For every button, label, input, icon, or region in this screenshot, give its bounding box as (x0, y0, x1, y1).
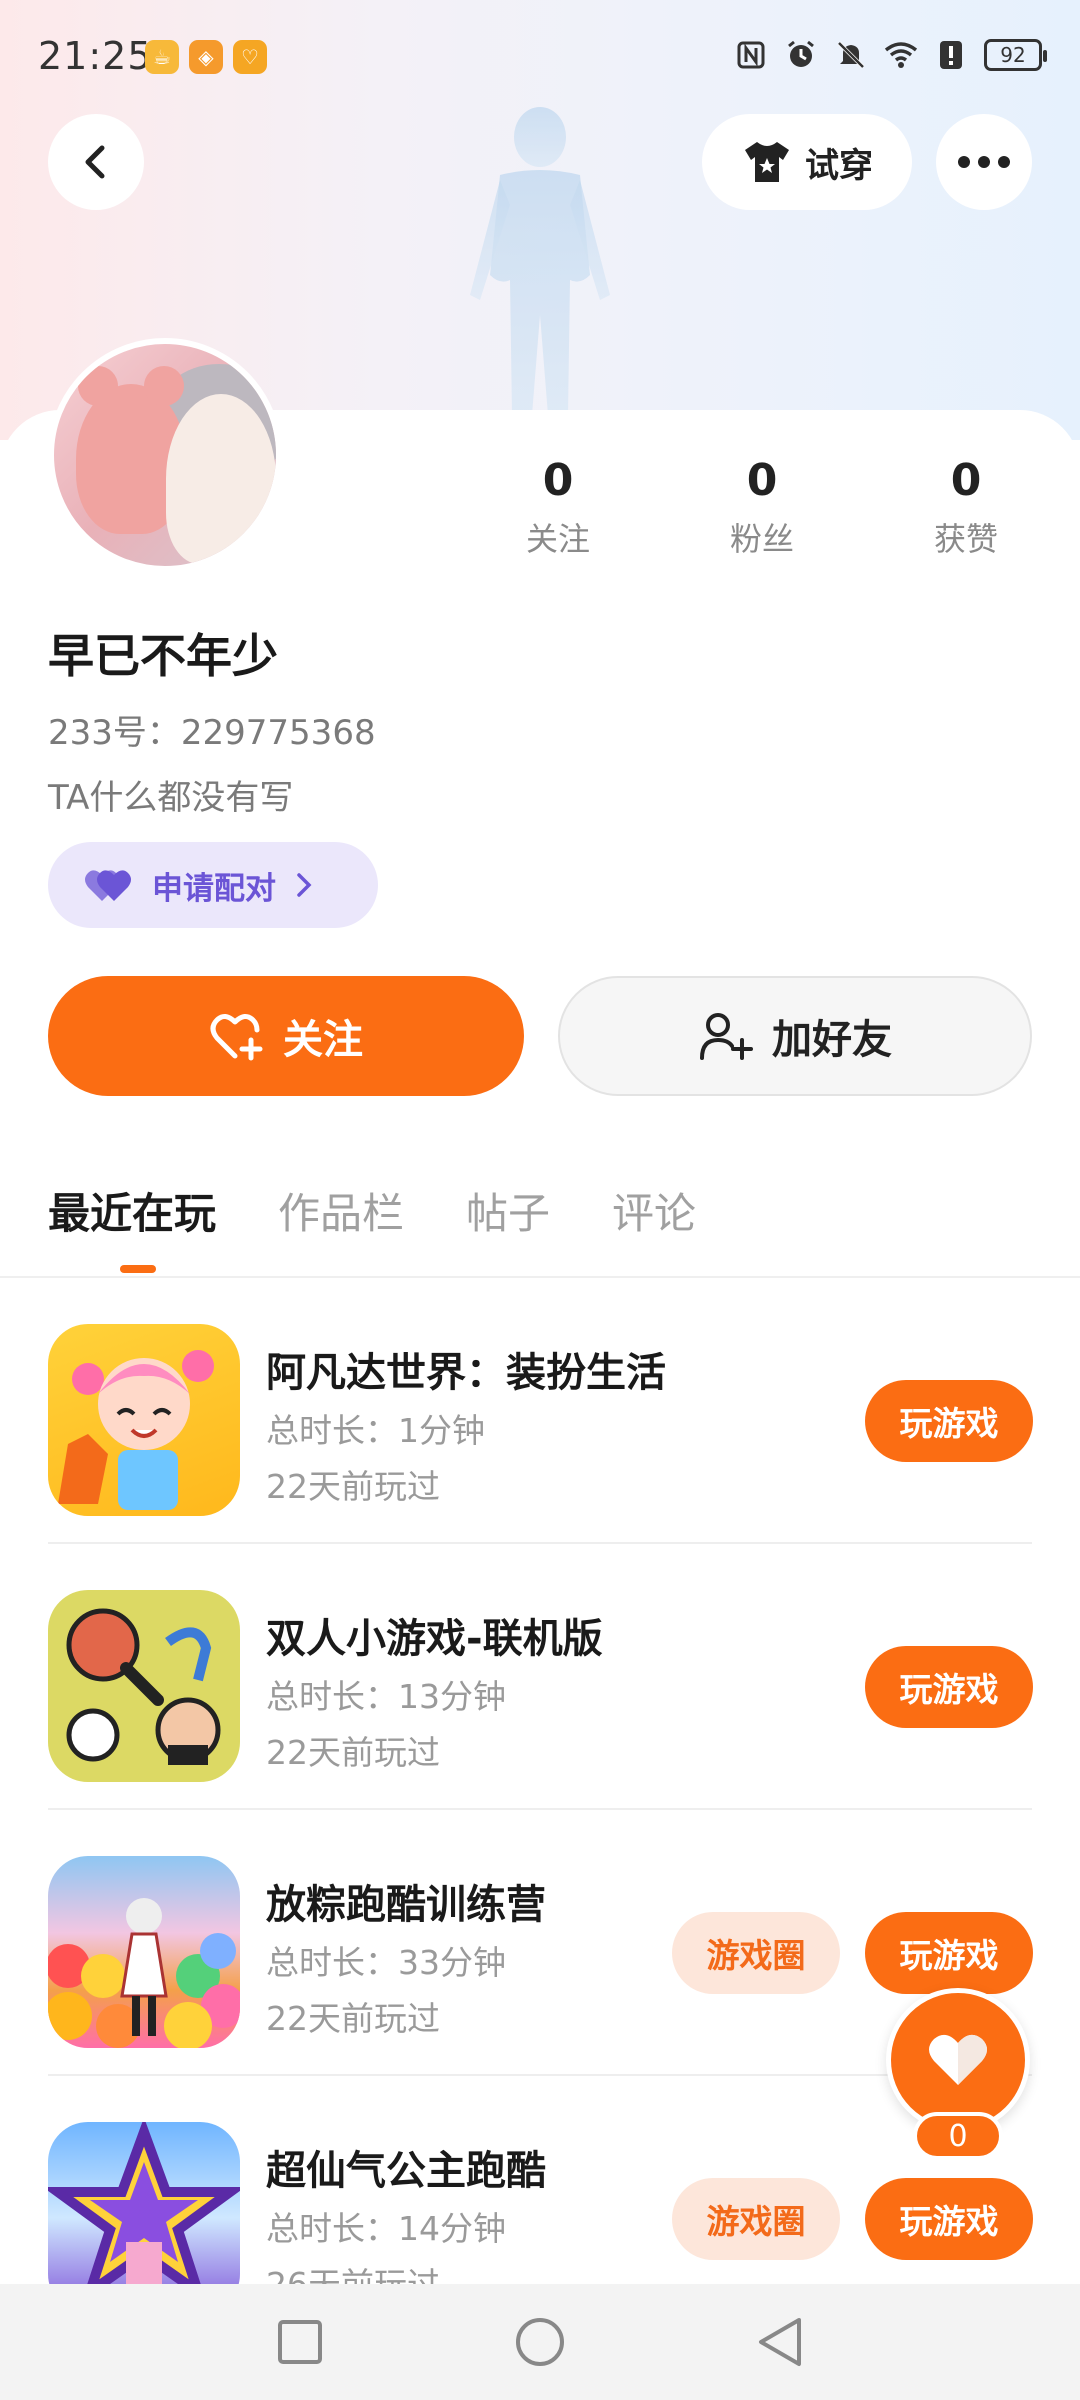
add-friend-label: 加好友 (772, 1017, 892, 1063)
status-time: 21:25 (38, 34, 153, 78)
chevron-right-icon (297, 873, 312, 897)
battery-level: 92 (1000, 43, 1026, 67)
notification-app-icon: ◈ (189, 40, 223, 74)
tab-works[interactable]: 作品栏 (278, 1180, 404, 1241)
more-dots-icon (958, 156, 1010, 168)
floating-like-button[interactable] (886, 1988, 1030, 2132)
recent-apps-button[interactable] (270, 2312, 330, 2372)
recent-games-list: 阿凡达世界：装扮生活 总时长：1分钟 22天前玩过 玩游戏 双人小游戏-联机版 … (0, 1278, 1080, 2342)
game-name: 放粽跑酷训练营 (266, 1882, 546, 1928)
nfc-icon (734, 38, 768, 72)
avatar-character (166, 394, 276, 564)
game-last-played: 22天前玩过 (266, 1999, 440, 2038)
game-duration: 总时长：14分钟 (266, 2209, 506, 2248)
username: 早已不年少 (48, 629, 278, 683)
system-navigation-bar (0, 2284, 1080, 2400)
back-arrow-icon (85, 145, 105, 179)
game-last-played: 22天前玩过 (266, 1733, 440, 1772)
user-bio: TA什么都没有写 (48, 778, 294, 818)
status-notification-icons: ☕ ◈ ♡ (145, 40, 267, 74)
game-duration: 总时长：1分钟 (266, 1411, 485, 1450)
stat-followers[interactable]: 0 粉丝 (692, 455, 832, 560)
stat-value: 0 (542, 455, 574, 506)
notification-app-icon: ♡ (233, 40, 267, 74)
stat-value: 0 (950, 455, 982, 506)
heart-icon (929, 2034, 987, 2085)
alarm-icon (784, 38, 818, 72)
add-friend-button[interactable]: 加好友 (558, 976, 1032, 1096)
battery-icon: 92 (984, 39, 1047, 71)
stat-likes[interactable]: 0 获赞 (896, 455, 1036, 560)
game-circle-button[interactable]: 游戏圈 (672, 1912, 840, 1994)
status-system-icons: 92 (734, 38, 1047, 72)
play-game-button[interactable]: 玩游戏 (865, 1380, 1033, 1462)
back-nav-button[interactable] (750, 2312, 810, 2372)
tab-recently-played[interactable]: 最近在玩 (48, 1180, 216, 1241)
game-name: 阿凡达世界：装扮生活 (266, 1350, 666, 1396)
status-bar: 21:25 ☕ ◈ ♡ 92 (0, 0, 1080, 112)
game-name: 双人小游戏-联机版 (266, 1616, 603, 1662)
more-options-button[interactable] (936, 114, 1032, 210)
try-on-button[interactable]: 试穿 (702, 114, 912, 210)
list-item[interactable]: 阿凡达世界：装扮生活 总时长：1分钟 22天前玩过 玩游戏 (0, 1278, 1080, 1544)
triangle-back-icon (759, 2318, 801, 2366)
play-game-button[interactable]: 玩游戏 (865, 1912, 1033, 1994)
user-id: 233号：229775368 (48, 713, 376, 753)
stat-value: 0 (746, 455, 778, 506)
avatar[interactable] (48, 338, 282, 572)
follow-button[interactable]: 关注 (48, 976, 524, 1096)
tab-comments[interactable]: 评论 (612, 1180, 696, 1241)
alert-icon (934, 38, 968, 72)
square-icon (278, 2320, 322, 2364)
game-icon (48, 1856, 240, 2048)
list-item[interactable]: 双人小游戏-联机版 总时长：13分钟 22天前玩过 玩游戏 (0, 1544, 1080, 1810)
mute-icon (834, 38, 868, 72)
circle-icon (516, 2318, 564, 2366)
home-button[interactable] (510, 2312, 570, 2372)
game-icon (48, 1590, 240, 1782)
request-pair-button[interactable]: 申请配对 (48, 842, 378, 928)
stat-following[interactable]: 0 关注 (488, 455, 628, 560)
game-duration: 总时长：13分钟 (266, 1677, 506, 1716)
profile-tabs: 最近在玩 作品栏 帖子 评论 (48, 1180, 696, 1241)
stat-label: 关注 (525, 520, 590, 558)
game-duration: 总时长：33分钟 (266, 1943, 506, 1982)
add-user-icon (700, 1013, 753, 1060)
follow-label: 关注 (283, 1017, 363, 1063)
try-on-label: 试穿 (805, 145, 873, 186)
avatar-hologram-figure (470, 107, 610, 415)
tab-posts[interactable]: 帖子 (466, 1180, 550, 1241)
game-circle-button[interactable]: 游戏圈 (672, 2178, 840, 2260)
active-tab-indicator (120, 1265, 156, 1273)
wifi-icon (884, 38, 918, 72)
like-count-badge: 0 (913, 2112, 1003, 2160)
tshirt-icon (745, 142, 789, 182)
play-game-button[interactable]: 玩游戏 (865, 2178, 1033, 2260)
play-game-button[interactable]: 玩游戏 (865, 1646, 1033, 1728)
game-name: 超仙气公主跑酷 (266, 2148, 546, 2194)
back-button[interactable] (48, 114, 144, 210)
stat-label: 获赞 (933, 520, 998, 558)
game-last-played: 22天前玩过 (266, 1467, 440, 1506)
double-heart-icon (85, 870, 131, 901)
notification-app-icon: ☕ (145, 40, 179, 74)
heart-plus-icon (210, 1014, 263, 1061)
game-icon (48, 1324, 240, 1516)
stat-label: 粉丝 (729, 520, 794, 558)
request-pair-label: 申请配对 (152, 870, 276, 907)
